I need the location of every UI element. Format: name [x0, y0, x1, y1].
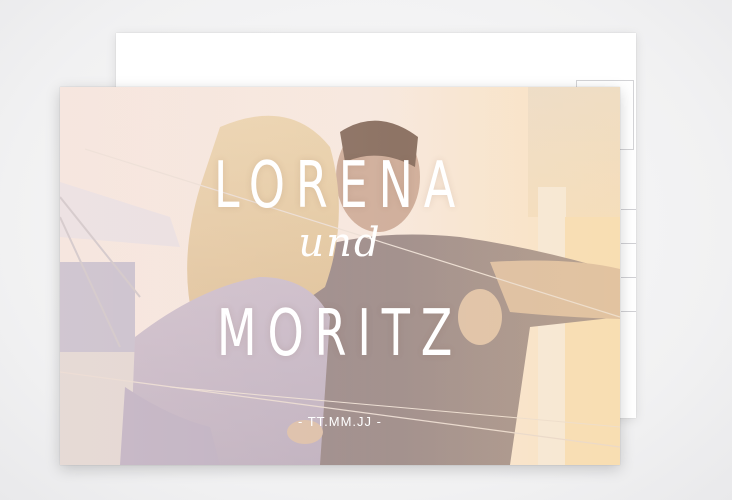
address-line	[621, 209, 636, 210]
postcard-front: LORENA und MORITZ - TT.MM.JJ -	[60, 87, 620, 465]
date-line: - TT.MM.JJ -	[298, 414, 382, 429]
address-line	[621, 243, 636, 244]
photo-tint-overlay	[60, 87, 620, 465]
name-top: LORENA	[213, 149, 467, 223]
name-bottom: MORITZ	[216, 297, 464, 371]
address-line	[621, 277, 636, 278]
product-preview: LORENA und MORITZ - TT.MM.JJ -	[0, 0, 732, 500]
address-line	[621, 311, 636, 312]
connector-word: und	[298, 220, 382, 266]
